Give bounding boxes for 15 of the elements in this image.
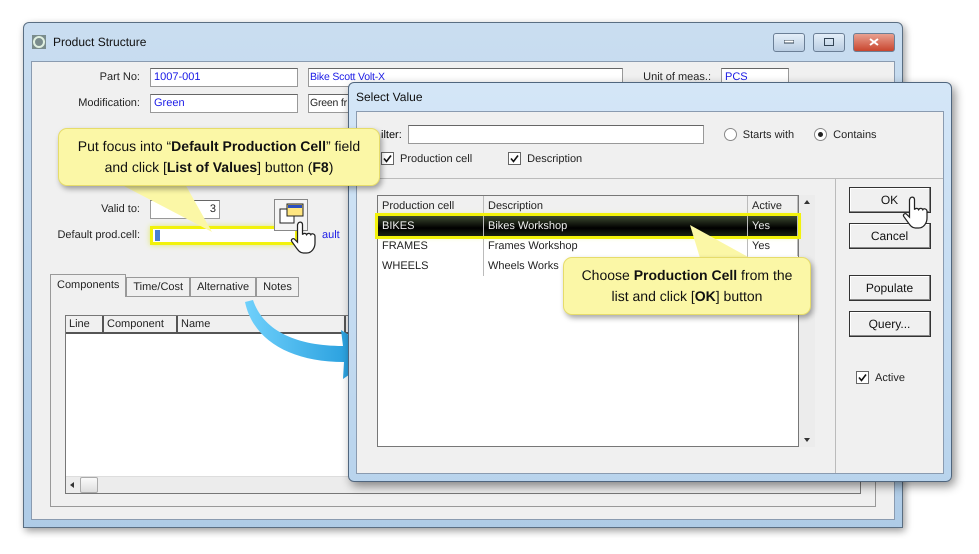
field-label: Default prod.cell: <box>56 229 140 241</box>
field-label: Unit of meas.: <box>642 71 711 83</box>
column-header: Component <box>104 316 178 332</box>
checkbox-label: Active <box>875 372 905 384</box>
checkbox-label: Description <box>527 152 582 164</box>
field-label: Part No: <box>98 71 140 83</box>
radio-label: Starts with <box>742 128 794 140</box>
filter-label: ilter: <box>381 128 402 140</box>
window-title: Product Structure <box>53 35 148 49</box>
column-header: Line <box>66 316 104 332</box>
field-label: Modification: <box>77 97 140 109</box>
radio-label: Contains <box>833 128 877 140</box>
dialog-title: Select Value <box>356 89 424 106</box>
checkbox-label: Production cell <box>400 152 472 164</box>
field-label: Valid to: <box>100 203 140 215</box>
